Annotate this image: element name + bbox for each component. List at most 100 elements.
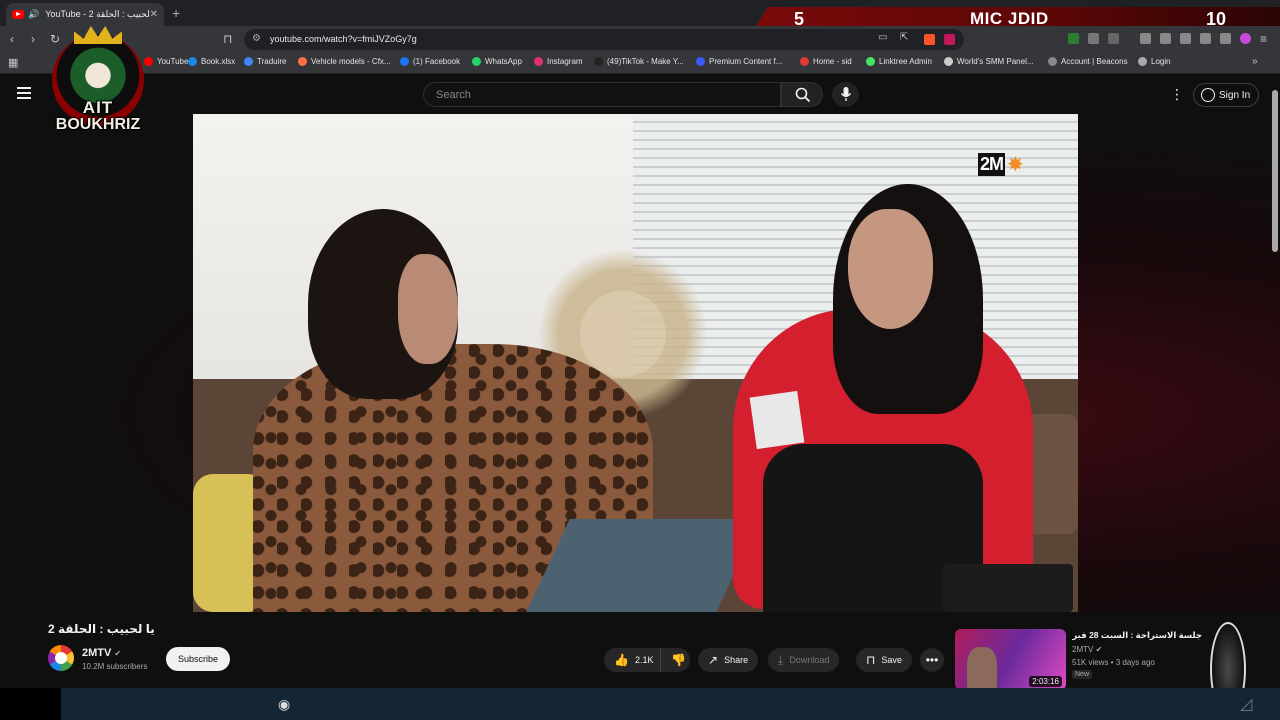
like-button[interactable]: 👍 2.1K: [604, 648, 660, 672]
youtube-favicon-icon: [12, 10, 24, 19]
account-icon: [1201, 88, 1215, 102]
search-button[interactable]: [781, 82, 823, 107]
cast-icon[interactable]: ▭: [878, 32, 887, 43]
bookmark-favicon-icon: [944, 57, 953, 66]
forward-icon[interactable]: ›: [31, 32, 35, 46]
bookmark-item[interactable]: Traduire: [244, 57, 287, 66]
page-scrollbar[interactable]: [1272, 90, 1278, 252]
bookmark-item[interactable]: Book.xlsx: [188, 57, 235, 66]
bookmark-favicon-icon: [244, 57, 253, 66]
logo-line-1: AIT: [82, 98, 114, 117]
download-button[interactable]: ⤓ Download: [768, 648, 840, 672]
save-button[interactable]: ⊓ Save: [856, 648, 912, 672]
bookmark-favicon-icon: [594, 57, 603, 66]
site-info-icon[interactable]: ⚙: [252, 33, 261, 44]
apps-grid-icon[interactable]: ▦: [8, 56, 18, 69]
search-icon: [795, 87, 811, 103]
bookmark-favicon-icon: [188, 57, 197, 66]
browser-menu-icon[interactable]: ≡: [1260, 32, 1267, 46]
bookmark-page-icon[interactable]: ⊓: [223, 32, 232, 46]
bookmark-item[interactable]: WhatsApp: [472, 57, 522, 66]
thumbs-down-icon: 👎: [671, 653, 686, 667]
shield-icon[interactable]: [1220, 33, 1231, 44]
bookmark-item[interactable]: (49)TikTok - Make Y...: [594, 57, 684, 66]
new-badge: New: [1072, 670, 1093, 679]
voice-search-button[interactable]: [832, 82, 859, 107]
share-button[interactable]: ↗ Share: [698, 648, 759, 672]
rewards-icon[interactable]: [944, 34, 955, 45]
verified-icon: ✔: [114, 649, 122, 658]
bookmark-favicon-icon: [1048, 57, 1057, 66]
bookmark-item[interactable]: World's SMM Panel...: [944, 57, 1034, 66]
bookmark-item[interactable]: Vehicle models - Cfx...: [298, 57, 391, 66]
more-actions-button[interactable]: •••: [920, 648, 944, 672]
thumbs-up-icon: 👍: [614, 653, 629, 667]
bookmark-favicon-icon: [800, 57, 809, 66]
extension-2-icon[interactable]: [1108, 33, 1119, 44]
recommended-thumbnail[interactable]: 2:03:16: [955, 629, 1066, 690]
tab-title: YouTube - 2 يا لحبيب : الحلقة: [45, 9, 150, 19]
recommended-meta: 51K views • 3 days ago: [1072, 658, 1155, 667]
vpn-icon[interactable]: [1200, 33, 1211, 44]
start-area[interactable]: [0, 688, 61, 720]
bookmark-icon: ⊓: [866, 653, 876, 667]
watermark-text: 2M: [978, 153, 1006, 176]
settings-kebab-icon[interactable]: ⋮: [1170, 86, 1184, 103]
subscribe-button[interactable]: Subscribe: [166, 647, 230, 671]
share-icon: ↗: [708, 653, 719, 667]
video-duration: 2:03:16: [1029, 676, 1062, 687]
more-bookmarks-icon[interactable]: »: [1252, 56, 1258, 67]
bookmark-favicon-icon: [298, 57, 307, 66]
video-scene: [749, 390, 805, 450]
search-input[interactable]: Search: [423, 82, 781, 107]
bookmark-item[interactable]: Linktree Admin: [866, 57, 932, 66]
bookmark-favicon-icon: [866, 57, 875, 66]
thumbnail-person: [967, 647, 997, 690]
audio-playing-icon[interactable]: 🔊: [28, 9, 39, 20]
more-horizontal-icon: •••: [925, 653, 939, 667]
bookmark-favicon-icon: [400, 57, 409, 66]
bookmark-item[interactable]: Premium Content f...: [696, 57, 782, 66]
channel-name[interactable]: 2MTV ✔: [82, 647, 121, 659]
logo-line-2: BOUKHRIZ: [55, 116, 141, 133]
wallet-icon[interactable]: [1180, 33, 1191, 44]
recommended-title[interactable]: جلسة الاستراحة : السبت 28 فبراير 2026: [1072, 630, 1202, 641]
share-label: Share: [724, 655, 749, 665]
browser-nav-bar: ‹ › ↻ ⊓ ⚙ youtube.com/watch?v=fmiJVZoGy7…: [0, 26, 1280, 53]
recommended-channel[interactable]: 2MTV ✔: [1072, 645, 1102, 654]
hamburger-menu-icon[interactable]: [17, 87, 31, 99]
download-label: Download: [789, 655, 830, 665]
video-title: يا لحبيب : الحلقة 2: [48, 622, 155, 636]
youtube-header: Search ⋮ Sign In: [0, 76, 1280, 114]
back-icon[interactable]: ‹: [10, 32, 14, 46]
dislike-button[interactable]: 👎: [660, 648, 690, 672]
verified-icon: ✔: [1095, 645, 1103, 654]
bookmarks-bar: ▦ YouTube Book.xlsx Traduire Vehicle mod…: [0, 53, 1280, 74]
new-tab-button[interactable]: +: [172, 5, 180, 21]
extension-1-icon[interactable]: [1068, 33, 1079, 44]
tab-close-icon[interactable]: ✕: [150, 9, 158, 20]
browser-tab[interactable]: 🔊 YouTube - 2 يا لحبيب : الحلقة ✕: [6, 3, 164, 26]
obs-app-icon[interactable]: ◉: [278, 696, 290, 713]
like-count: 2.1K: [634, 655, 654, 665]
extensions-icon[interactable]: [1088, 33, 1099, 44]
sign-in-button[interactable]: Sign In: [1193, 83, 1259, 107]
microphone-icon: [840, 87, 852, 101]
bookmark-item[interactable]: Instagram: [534, 57, 583, 66]
sidebar-icon[interactable]: [1160, 33, 1171, 44]
bookmark-favicon-icon: [1138, 57, 1147, 66]
share-page-icon[interactable]: ⇱: [900, 32, 908, 43]
bookmark-item[interactable]: Login: [1138, 57, 1171, 66]
media-controls-icon[interactable]: [1140, 33, 1151, 44]
address-bar[interactable]: ⚙ youtube.com/watch?v=fmiJVZoGy7g ▭ ⇱: [244, 29, 964, 50]
show-desktop-icon[interactable]: ◿: [1240, 694, 1252, 714]
bookmark-item[interactable]: (1) Facebook: [400, 57, 460, 66]
bookmark-item[interactable]: Home - sid: [800, 57, 852, 66]
video-player[interactable]: 2M ✸: [193, 114, 1078, 612]
video-scene: [848, 209, 933, 329]
leo-ai-icon[interactable]: [1240, 33, 1251, 44]
channel-avatar[interactable]: [48, 645, 74, 671]
bookmark-item[interactable]: Account | Beacons: [1048, 57, 1128, 66]
brave-shield-icon[interactable]: [924, 34, 935, 45]
bookmark-favicon-icon: [534, 57, 543, 66]
